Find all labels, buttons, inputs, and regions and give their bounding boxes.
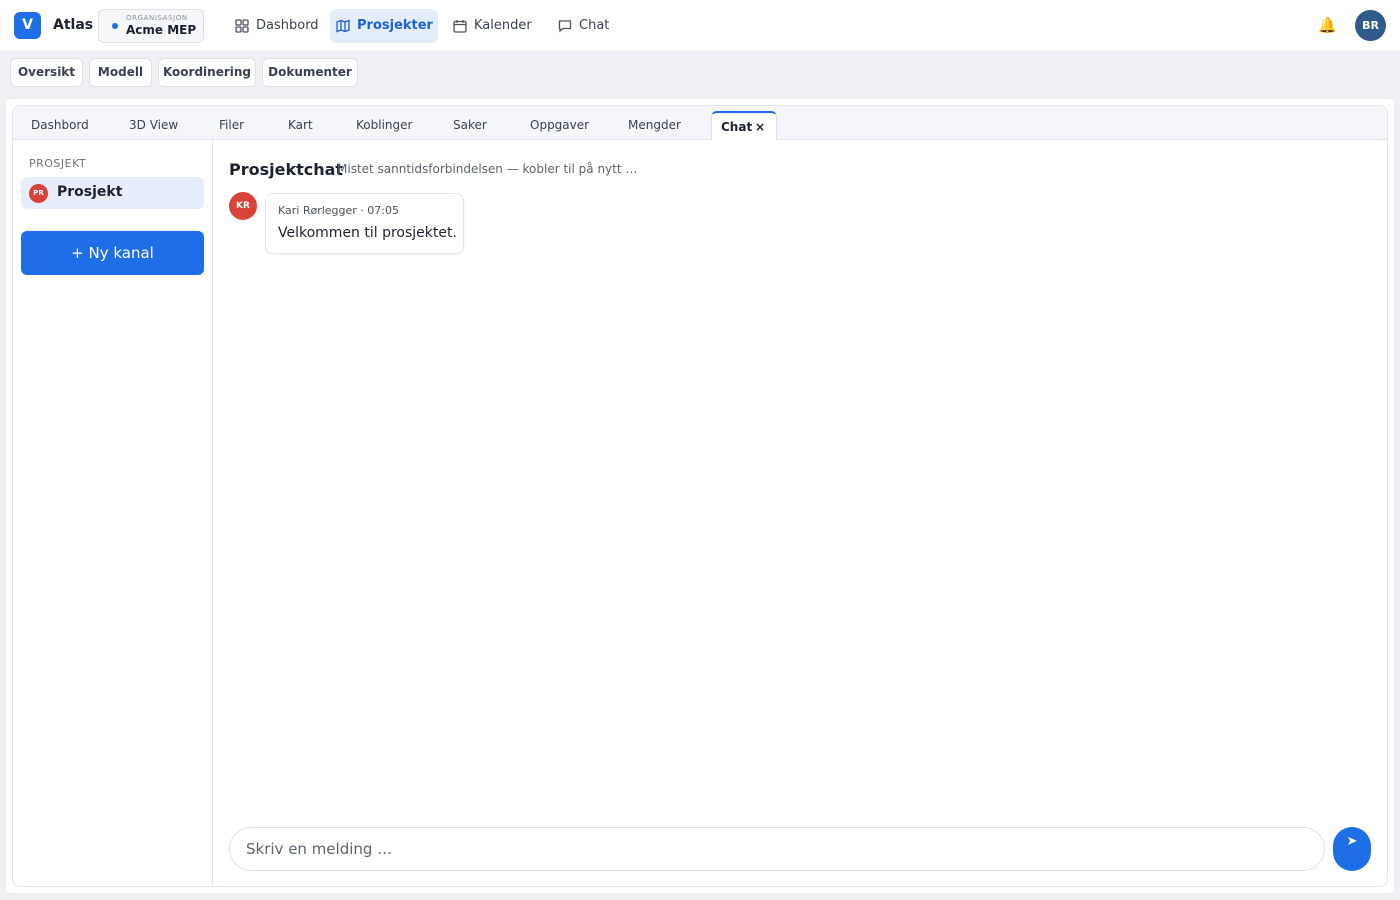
organization-switcher[interactable]: ORGANISASJON Acme MEP (98, 9, 204, 43)
chat-panel: Prosjektchat Mistet sanntidsforbindelsen… (213, 140, 1387, 886)
calendar-icon (453, 20, 467, 33)
channel-avatar: PR (29, 184, 48, 203)
channel-name: Prosjekt (57, 184, 123, 200)
message-avatar: KR (229, 192, 257, 220)
app-name: Atlas (53, 17, 94, 33)
sidebar-heading: PROSJEKT (29, 157, 87, 170)
message-text: Velkommen til prosjektet. (278, 225, 457, 241)
nav-prosjekter-label: Prosjekter (357, 18, 433, 33)
nav-dashbord[interactable]: Dashbord (229, 9, 321, 43)
channel-sidebar: PROSJEKT PR Prosjekt + Ny kanal (13, 140, 213, 886)
content-frame: Dashbord 3D View Filer Kart Koblinger Sa… (6, 99, 1394, 893)
tab-koblinger[interactable]: Koblinger (356, 111, 412, 140)
grid-icon (235, 19, 249, 33)
top-bar: V Atlas ORGANISASJON Acme MEP Dashbord P… (0, 0, 1400, 52)
subnav-modell[interactable]: Modell (89, 58, 152, 87)
organization-label: ORGANISASJON (126, 14, 188, 22)
nav-chat[interactable]: Chat (552, 9, 620, 43)
subnav-koordinering[interactable]: Koordinering (158, 58, 256, 87)
chat-title: Prosjektchat (229, 160, 344, 179)
message-meta: Kari Rørlegger · 07:05 (278, 204, 399, 217)
nav-prosjekter[interactable]: Prosjekter (330, 9, 438, 43)
user-avatar[interactable]: BR (1355, 10, 1386, 41)
new-channel-button[interactable]: + Ny kanal (21, 231, 204, 275)
connection-status: Mistet sanntidsforbindelsen — kobler til… (337, 162, 638, 176)
subnav-oversikt[interactable]: Oversikt (10, 58, 83, 87)
channel-item-prosjekt[interactable]: PR Prosjekt (21, 177, 204, 209)
tab-oppgaver[interactable]: Oppgaver (530, 111, 589, 140)
tab-saker[interactable]: Saker (453, 111, 487, 140)
tab-filer[interactable]: Filer (219, 111, 244, 140)
message-bubble: Kari Rørlegger · 07:05 Velkommen til pro… (265, 193, 464, 254)
nav-chat-label: Chat (579, 18, 610, 33)
workspace-card: Dashbord 3D View Filer Kart Koblinger Sa… (12, 105, 1388, 887)
close-icon[interactable]: × (755, 113, 765, 142)
tab-3d-view[interactable]: 3D View (129, 111, 178, 140)
organization-name: Acme MEP (126, 23, 197, 37)
tab-chat-label: Chat (721, 120, 753, 134)
message-input[interactable] (229, 827, 1325, 871)
nav-kalender[interactable]: Kalender (447, 9, 539, 43)
tab-chat[interactable]: Chat × (711, 111, 777, 140)
tab-dashbord[interactable]: Dashbord (31, 111, 89, 140)
tab-kart[interactable]: Kart (288, 111, 313, 140)
nav-dashbord-label: Dashbord (256, 18, 319, 33)
map-icon (336, 19, 350, 33)
send-icon: ➤ (1346, 834, 1358, 849)
chat-icon (558, 20, 572, 33)
nav-kalender-label: Kalender (474, 18, 532, 33)
status-dot-icon (112, 23, 118, 29)
send-button[interactable]: ➤ (1333, 827, 1371, 871)
tab-bar: Dashbord 3D View Filer Kart Koblinger Sa… (13, 106, 1387, 140)
app-logo[interactable]: V (14, 12, 41, 39)
tab-mengder[interactable]: Mengder (628, 111, 681, 140)
subnav-dokumenter[interactable]: Dokumenter (262, 58, 358, 87)
bell-icon[interactable]: 🔔 (1318, 16, 1337, 34)
